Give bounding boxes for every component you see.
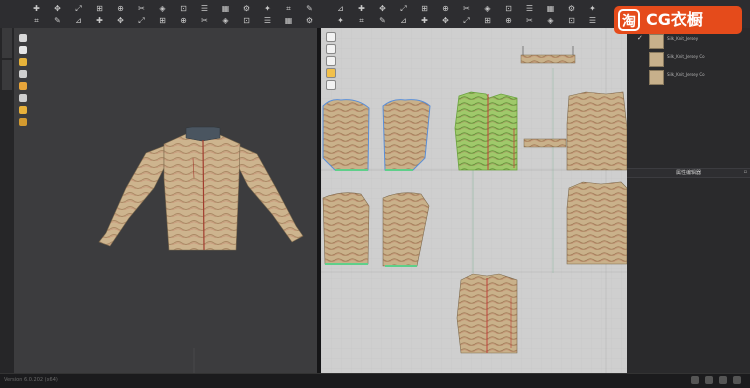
select-icon[interactable]: ✚ [420, 16, 429, 25]
texture-icon[interactable]: ⌗ [32, 16, 41, 25]
fabric-list-item[interactable]: Silk_Knit_Jersey Co [637, 70, 747, 85]
fabric-label: Silk_Knit_Jersey Co [667, 54, 705, 59]
measure-icon[interactable]: ⊡ [504, 4, 513, 13]
measure-icon[interactable]: ⊡ [179, 4, 188, 13]
simulate-icon[interactable]: ◈ [546, 16, 555, 25]
select-icon[interactable]: ✚ [95, 16, 104, 25]
brand-logo-icon: 淘 [618, 9, 640, 31]
expand-icon[interactable]: ▫ [744, 169, 747, 175]
pin-icon[interactable]: ⊕ [179, 16, 188, 25]
fold-icon[interactable]: ⊞ [95, 4, 104, 13]
tab-library[interactable] [2, 28, 12, 58]
pin-icon[interactable]: ⊕ [504, 16, 513, 25]
move-icon[interactable]: ✥ [441, 16, 450, 25]
status-icon[interactable] [733, 376, 741, 384]
fabric-list-item[interactable]: ✓ Silk_Knit_Jersey [637, 34, 747, 49]
brand-badge: 淘 CG衣橱 [614, 6, 742, 34]
ruler-icon[interactable]: ⊿ [336, 4, 345, 13]
zipper-icon[interactable]: ✦ [336, 16, 345, 25]
ruler-icon[interactable]: ⊿ [74, 16, 83, 25]
fold-icon[interactable]: ⊞ [483, 16, 492, 25]
garment-3d-render[interactable] [14, 28, 317, 373]
tab-history[interactable] [2, 60, 12, 90]
pin-icon[interactable]: ⊕ [441, 4, 450, 13]
transform-icon[interactable]: ⤢ [462, 16, 471, 25]
status-text: Version 6.0.202 (x64) [4, 377, 58, 383]
fabric-icon[interactable]: ▦ [546, 4, 555, 13]
fabric-label: Silk_Knit_Jersey Co [667, 72, 705, 77]
brush-icon[interactable]: ✎ [378, 16, 387, 25]
sewing-icon[interactable]: ✂ [462, 4, 471, 13]
left-side-tabs [0, 28, 15, 373]
status-icon[interactable] [705, 376, 713, 384]
measure-icon[interactable]: ⊡ [242, 16, 251, 25]
move-icon[interactable]: ✥ [378, 4, 387, 13]
fold-icon[interactable]: ⊞ [158, 16, 167, 25]
zipper-icon[interactable]: ✦ [263, 4, 272, 13]
brush-icon[interactable]: ✎ [305, 4, 314, 13]
fabric-swatch [649, 70, 664, 85]
fabric-list-item[interactable]: Silk_Knit_Jersey Co [637, 52, 747, 67]
select-pattern-icon[interactable] [326, 32, 336, 42]
button-icon[interactable]: ⚙ [305, 16, 314, 25]
status-bar: Version 6.0.202 (x64) [0, 373, 750, 388]
move-icon[interactable]: ✥ [53, 4, 62, 13]
simulate-icon[interactable]: ◈ [483, 4, 492, 13]
avatar-icon[interactable]: ☰ [525, 4, 534, 13]
sewing-icon[interactable]: ✂ [200, 16, 209, 25]
status-icon[interactable] [719, 376, 727, 384]
3d-viewport[interactable] [14, 28, 317, 373]
ruler-icon[interactable]: ⊿ [399, 16, 408, 25]
avatar-icon[interactable]: ☰ [200, 4, 209, 13]
select-icon[interactable]: ✚ [357, 4, 366, 13]
transform-icon[interactable]: ⤢ [399, 4, 408, 13]
sewing-icon[interactable]: ✂ [525, 16, 534, 25]
fabric-icon[interactable]: ▦ [221, 4, 230, 13]
move-icon[interactable]: ✥ [116, 16, 125, 25]
texture-icon[interactable]: ⌗ [357, 16, 366, 25]
sewing-icon[interactable]: ✂ [137, 4, 146, 13]
fabric-label: Silk_Knit_Jersey [667, 36, 699, 41]
button-icon[interactable]: ⚙ [567, 4, 576, 13]
texture-icon[interactable]: ⌗ [284, 4, 293, 13]
property-editor-title: 属性编辑器 [627, 168, 750, 178]
fold-icon[interactable]: ⊞ [420, 4, 429, 13]
point-icon[interactable] [326, 56, 336, 66]
measure-icon[interactable]: ⊡ [567, 16, 576, 25]
seam-icon[interactable] [326, 80, 336, 90]
object-browser-panel: ✓ Silk_Knit_Jersey Silk_Knit_Jersey Co S… [627, 28, 750, 373]
pin-icon[interactable]: ⊕ [116, 4, 125, 13]
simulate-icon[interactable]: ◈ [158, 4, 167, 13]
button-icon[interactable]: ⚙ [242, 4, 251, 13]
fabric-icon[interactable]: ▦ [284, 16, 293, 25]
curve-icon[interactable] [326, 68, 336, 78]
2d-view-toolbar [325, 32, 337, 92]
brush-icon[interactable]: ✎ [53, 16, 62, 25]
check-icon: ✓ [637, 34, 643, 42]
zipper-icon[interactable]: ✦ [588, 4, 597, 13]
simulate-icon[interactable]: ◈ [221, 16, 230, 25]
pattern-canvas[interactable] [321, 28, 627, 373]
fabric-swatch [649, 34, 664, 49]
2d-pattern-window[interactable] [321, 28, 627, 373]
brand-text: CG衣橱 [646, 10, 703, 29]
transform-icon[interactable]: ⤢ [137, 16, 146, 25]
avatar-icon[interactable]: ☰ [263, 16, 272, 25]
avatar-icon[interactable]: ☰ [588, 16, 597, 25]
fabric-swatch [649, 52, 664, 67]
transform-icon[interactable]: ⤢ [74, 4, 83, 13]
select-icon[interactable]: ✚ [32, 4, 41, 13]
edit-pattern-icon[interactable] [326, 44, 336, 54]
status-icon[interactable] [691, 376, 699, 384]
